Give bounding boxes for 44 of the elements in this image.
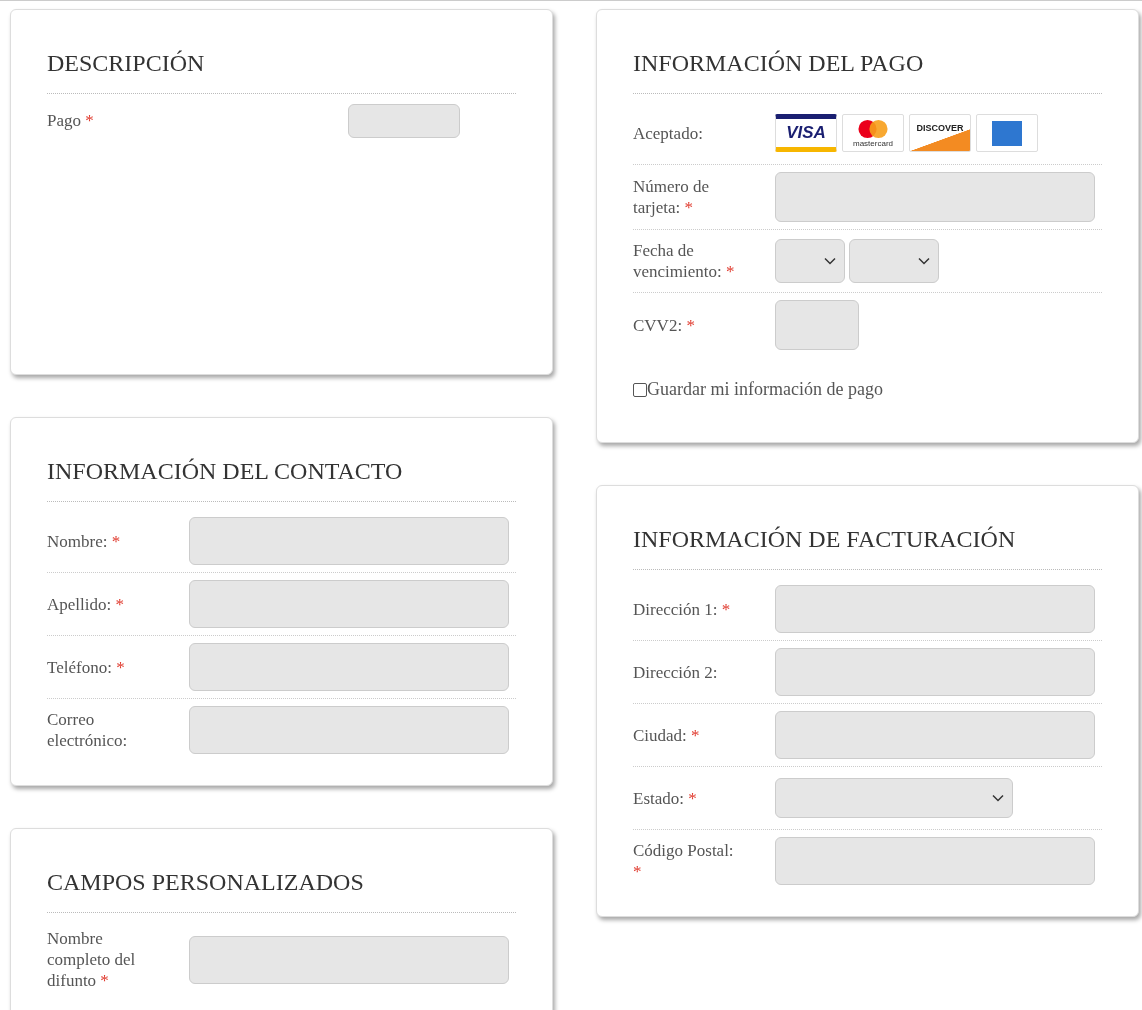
field-label: Nombre: * [47,530,122,552]
checkbox[interactable] [633,382,647,397]
chevron-down-icon [918,257,930,265]
chevron-down-icon [824,257,836,265]
input-field[interactable] [775,172,1095,222]
field-label: Ciudad: * [633,724,701,746]
mastercard-logo: mastercard [842,114,904,152]
visa-logo: VISA [775,114,837,152]
input-field[interactable] [189,706,509,754]
input-field[interactable] [348,104,460,138]
chevron-down-icon [992,794,1004,802]
field-label: Dirección 2: [633,661,719,683]
section-title: DESCRIPCIÓN [47,38,516,94]
input-field[interactable] [775,711,1095,759]
section-title: CAMPOS PERSONALIZADOS [47,857,516,913]
field-label: Nombre completo del difunto * [47,928,137,991]
input-field[interactable] [775,837,1095,885]
input-field[interactable] [775,648,1095,696]
section-title: INFORMACIÓN DEL CONTACTO [47,446,516,502]
checkbox-label: Guardar mi información de pago [647,379,883,400]
section-title: INFORMACIÓN DEL PAGO [633,38,1102,94]
field-label: Aceptado: [633,122,704,144]
input-field[interactable] [189,643,509,691]
section-title: INFORMACIÓN DE FACTURACIÓN [633,514,1102,570]
field-label: CVV2: * [633,314,696,336]
field-label: Código Postal: * [633,840,735,882]
year-dropdown[interactable] [849,239,939,283]
field-label: Apellido: * [47,593,125,615]
field-label: Número de tarjeta: * [633,176,710,218]
field-label: Estado: * [633,787,698,809]
input-field[interactable] [189,580,509,628]
input-field[interactable] [775,300,859,350]
field-label: Dirección 1: * [633,598,732,620]
field-label: Teléfono: * [47,656,126,678]
input-field[interactable] [189,935,509,984]
field-label: Pago * [47,110,94,131]
month-dropdown[interactable] [775,239,845,283]
amex-logo [976,114,1038,152]
field-label: Correo electrónico: [47,709,129,751]
field-label: Fecha de vencimiento: * [633,240,736,282]
input-field[interactable] [189,517,509,565]
discover-logo: DISCOVER [909,114,971,152]
dropdown[interactable] [775,778,1013,818]
input-field[interactable] [775,585,1095,633]
